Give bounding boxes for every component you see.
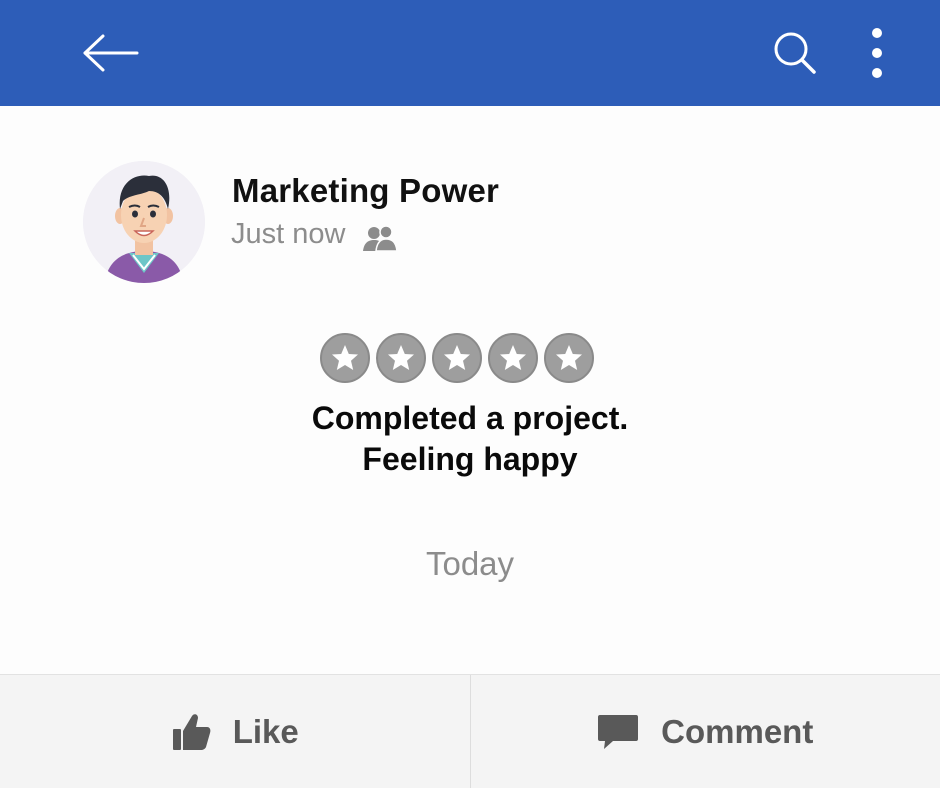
post-text-line: Completed a project. (311, 400, 629, 436)
author-name[interactable]: Marketing Power (232, 172, 499, 210)
star-icon[interactable] (432, 333, 482, 383)
post-timestamp: Just now (231, 218, 346, 250)
post-text: Completed a project. Feeling happy (240, 398, 700, 480)
search-icon (774, 32, 816, 74)
star-icon[interactable] (544, 333, 594, 383)
comment-label: Comment (661, 713, 814, 750)
more-vertical-icon (872, 28, 882, 78)
arrow-left-icon (83, 34, 139, 72)
search-button[interactable] (760, 22, 830, 84)
app-bar (0, 0, 940, 106)
like-button[interactable]: Like (0, 675, 470, 788)
action-bar: Like Comment (0, 674, 940, 788)
like-label: Like (232, 713, 299, 750)
star-icon[interactable] (320, 333, 370, 383)
avatar-illustration (83, 161, 205, 283)
more-options-button[interactable] (852, 22, 902, 84)
star-icon[interactable] (488, 333, 538, 383)
date-label: Today (425, 545, 515, 582)
back-button[interactable] (70, 22, 150, 84)
comment-icon (598, 715, 639, 749)
post-text-line: Feeling happy (362, 441, 578, 477)
rating-stars[interactable] (320, 333, 594, 383)
star-icon[interactable] (376, 333, 426, 383)
post-screen: Marketing Power Just now Completed a pro… (0, 0, 940, 788)
thumbs-up-icon (172, 714, 211, 750)
comment-button[interactable]: Comment (469, 675, 940, 788)
avatar[interactable] (83, 161, 205, 283)
friends-icon (363, 225, 398, 252)
